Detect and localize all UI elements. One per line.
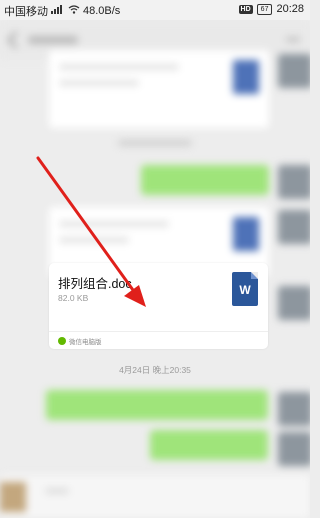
file-source: 微信电脑版 <box>58 336 102 346</box>
file-name: 排列组合.doc <box>58 277 132 291</box>
card-divider <box>49 331 268 332</box>
avatar <box>278 165 310 199</box>
avatar <box>278 286 310 320</box>
file-message-card[interactable]: 排列组合.doc 82.0 KB W 微信电脑版 <box>49 263 268 349</box>
file-type-letter: W <box>239 283 251 297</box>
chat-area: 排列组合.doc 82.0 KB W 微信电脑版 4月24日 晚上20:35 <box>0 20 310 518</box>
status-left: 中国移动 48.0B/s <box>4 3 120 19</box>
avatar <box>278 432 310 466</box>
chat-title-blurred <box>28 36 78 44</box>
message-timestamp: 4月24日 晚上20:35 <box>119 365 191 375</box>
input-bar <box>0 475 310 518</box>
word-document-icon: W <box>232 272 258 306</box>
status-bar: 中国移动 48.0B/s HD 67 20:28 <box>0 0 310 20</box>
blurred-sent-bubble <box>141 165 269 195</box>
back-icon[interactable] <box>7 31 25 49</box>
file-size: 82.0 KB <box>58 293 89 303</box>
avatar <box>278 392 310 426</box>
blurred-sent-bubble <box>46 390 268 420</box>
battery-indicator: 67 <box>256 3 273 15</box>
message-input[interactable] <box>45 488 69 494</box>
source-label: 微信电脑版 <box>69 339 102 346</box>
more-icon[interactable] <box>286 38 300 41</box>
blurred-sent-bubble <box>150 430 268 460</box>
signal-icon <box>51 5 65 17</box>
carrier-label: 中国移动 <box>4 6 48 18</box>
hd-badge: HD <box>238 4 253 14</box>
avatar <box>278 54 310 88</box>
clock: 20:28 <box>276 3 304 15</box>
blurred-timestamp <box>118 140 192 146</box>
wechat-pc-icon <box>58 337 66 345</box>
avatar <box>0 482 26 512</box>
blurred-file-card-1 <box>49 50 269 128</box>
wifi-icon <box>68 5 80 17</box>
network-speed: 48.0B/s <box>83 5 121 17</box>
status-right: HD 67 20:28 <box>238 3 304 15</box>
avatar <box>278 210 310 244</box>
